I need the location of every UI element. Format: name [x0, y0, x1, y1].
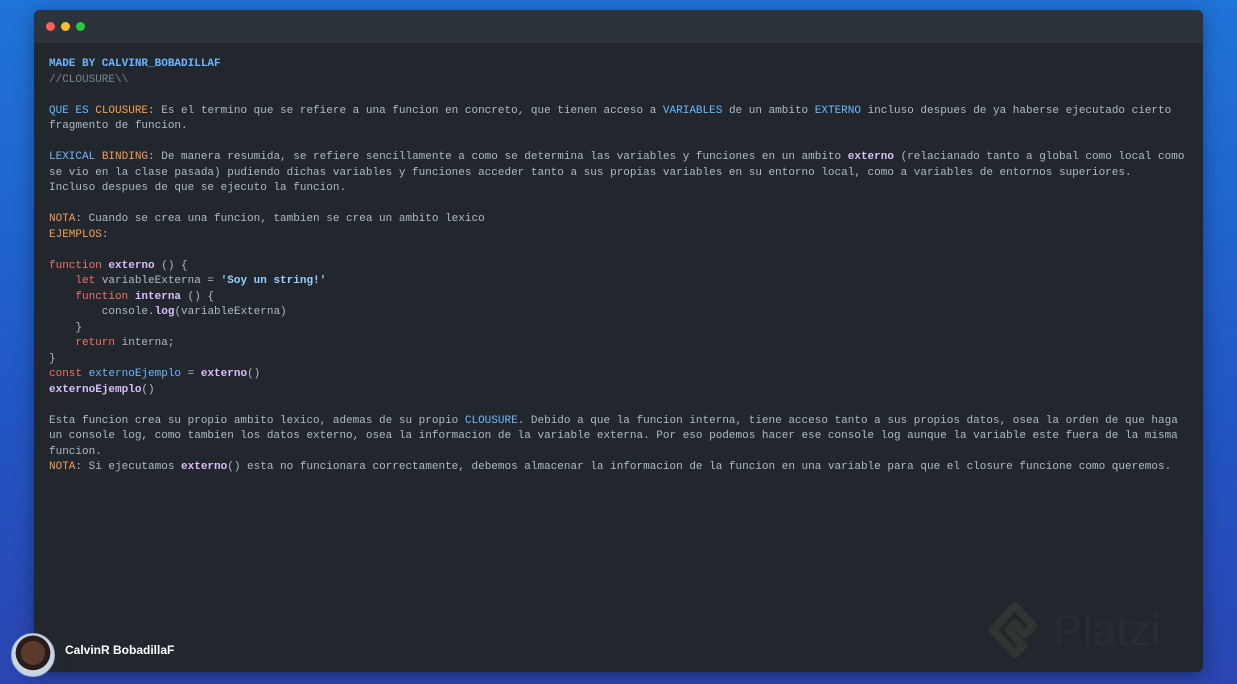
code-token: const [49, 368, 89, 380]
code-line: function interna () { [49, 290, 1184, 306]
code-token: } [49, 352, 56, 365]
code-token: MADE BY CALVINR_BOBADILLAF [49, 58, 221, 70]
code-token: EJEMPLOS [49, 228, 102, 241]
code-token: externoEjemplo [49, 383, 142, 396]
code-line: } [49, 352, 1184, 368]
code-token: . Debido a que la funcion interna, tiene… [517, 414, 1178, 427]
code-token: log [154, 306, 175, 318]
code-token: = [181, 368, 201, 380]
code-token: (variableExterna) [174, 306, 287, 318]
code-token: () { [181, 290, 215, 303]
code-line: return interna; [49, 336, 1184, 352]
close-dot [46, 22, 55, 31]
code-token: QUE ES [49, 104, 96, 117]
code-token: interna; [121, 337, 175, 349]
window-titlebar [34, 10, 1203, 43]
code-token: interna [134, 290, 182, 303]
code-token: Incluso despues de que se ejecuto la fun… [49, 182, 347, 194]
code-token: CLOUSURE [464, 414, 518, 427]
code-token: () esta no funcionara correctamente, deb… [227, 461, 1172, 473]
code-token: variableExterna = [101, 275, 221, 287]
code-line: Esta funcion crea su propio ambito lexic… [49, 414, 1184, 430]
code-token: () [141, 383, 155, 396]
code-token: Esta funcion crea su propio ambito lexic… [49, 414, 465, 427]
platzi-watermark: Platzi [985, 600, 1161, 662]
code-token: CLOUSURE [95, 104, 149, 117]
code-token: NOTA [49, 213, 76, 225]
code-token: : Cuando se crea una funcion, tambien se… [75, 213, 485, 225]
code-line: const externoEjemplo = externo() [49, 367, 1184, 383]
watermark-text: Platzi [1053, 606, 1161, 655]
maximize-dot [76, 22, 85, 31]
code-token: EXTERNO [814, 104, 861, 117]
code-token: //CLOUSURE\\ [49, 73, 129, 86]
x-social-icon[interactable]: 𝕏 [65, 659, 174, 672]
code-line: //CLOUSURE\\ [49, 73, 1184, 89]
code-token: un console log, como tambien los datos e… [49, 430, 1178, 442]
code-token: BINDING [101, 151, 149, 163]
minimize-dot [61, 22, 70, 31]
code-line: MADE BY CALVINR_BOBADILLAF [49, 57, 1184, 73]
code-token: de un ambito [722, 104, 815, 117]
code-line: LEXICAL BINDING: De manera resumida, se … [49, 150, 1184, 166]
code-line: QUE ES CLOUSURE: Es el termino que se re… [49, 104, 1184, 120]
code-token: funcion. [49, 445, 102, 458]
code-line: externoEjemplo() [49, 383, 1184, 399]
code-token: return [49, 337, 122, 349]
code-token: : Si ejecutamos [75, 461, 182, 473]
code-token: externo [181, 461, 228, 473]
code-token: : Es el termino que se refiere a una fun… [148, 104, 663, 117]
code-line: funcion. [49, 445, 1184, 461]
code-token: externo [108, 259, 155, 272]
code-token: incluso despues de ya haberse ejecutado … [860, 104, 1172, 117]
code-window: MADE BY CALVINR_BOBADILLAF //CLOUSURE\\ QU… [34, 10, 1203, 672]
avatar[interactable] [11, 633, 55, 677]
code-token: se vio en la clase pasada) pudiendo dich… [49, 166, 1132, 179]
code-token: LEXICAL [49, 151, 102, 163]
code-token: function [49, 290, 135, 303]
code-token: (relacianado tanto a global como local c… [893, 151, 1185, 163]
code-line: NOTA: Si ejecutamos externo() esta no fu… [49, 460, 1184, 476]
code-token: NOTA [49, 461, 76, 473]
code-line: Incluso despues de que se ejecuto la fun… [49, 181, 1184, 197]
author-name[interactable]: CalvinR BobadillaF [65, 643, 174, 657]
code-line: EJEMPLOS: [49, 228, 1184, 244]
author-card: CalvinR BobadillaF 𝕏 [11, 633, 174, 677]
code-token: () { [154, 259, 188, 272]
code-content: MADE BY CALVINR_BOBADILLAF //CLOUSURE\\ QU… [49, 57, 1184, 476]
code-token: let [49, 275, 102, 287]
code-line: se vio en la clase pasada) pudiendo dich… [49, 166, 1184, 182]
code-token: } [49, 321, 83, 334]
code-token: fragmento de funcion. [49, 120, 188, 132]
platzi-logo-icon [989, 602, 1037, 658]
code-line: let variableExterna = 'Soy un string!' [49, 274, 1184, 290]
code-token: : De manera resumida, se refiere sencill… [148, 151, 848, 163]
code-token: VARIABLES [662, 104, 723, 117]
code-line: } [49, 321, 1184, 337]
code-token: externoEjemplo [88, 368, 182, 380]
code-line: function externo () { [49, 259, 1184, 275]
code-line: fragmento de funcion. [49, 119, 1184, 135]
code-token: externo [847, 151, 894, 163]
code-token: () [247, 368, 261, 380]
code-line: console.log(variableExterna) [49, 305, 1184, 321]
code-token: 'Soy un string!' [220, 275, 327, 287]
code-token: externo [200, 368, 248, 380]
code-token: function [49, 259, 109, 272]
code-token: : [101, 228, 109, 241]
code-token: console. [49, 306, 155, 318]
code-line: un console log, como tambien los datos e… [49, 429, 1184, 445]
code-line: NOTA: Cuando se crea una funcion, tambie… [49, 212, 1184, 228]
